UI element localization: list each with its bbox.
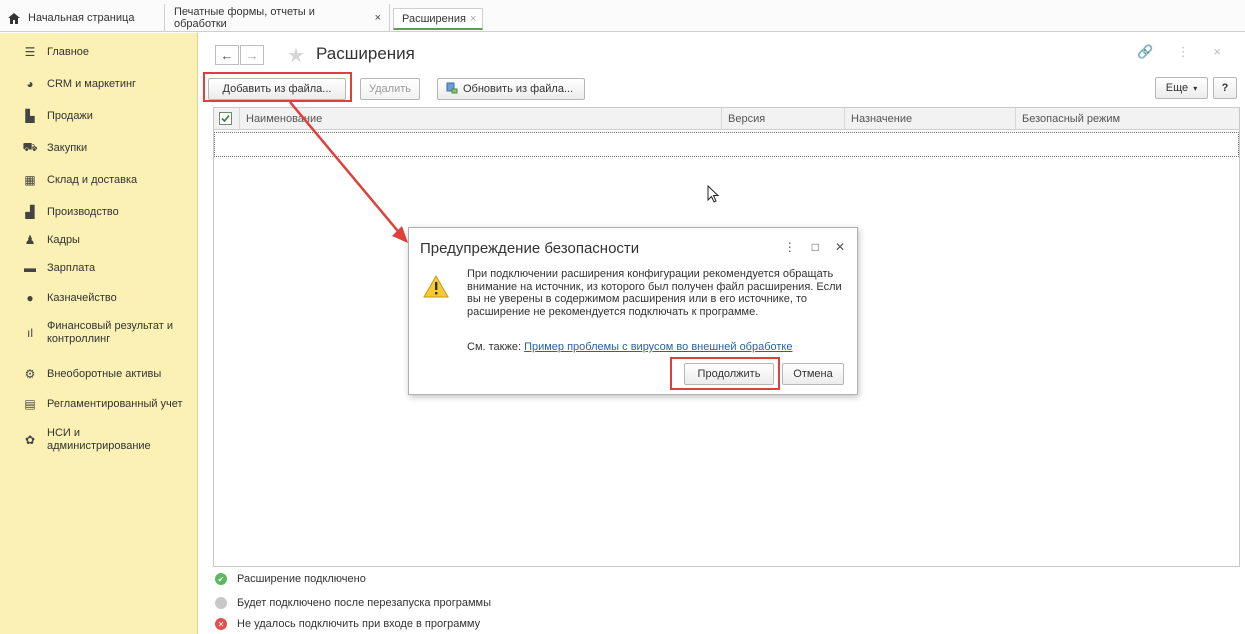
- highlight-box: [670, 357, 780, 390]
- legend-item-failed: ✕ Не удалось подключить при входе в прог…: [215, 618, 480, 630]
- security-warning-dialog: Предупреждение безопасности ⋮ □ ✕ При по…: [408, 227, 858, 395]
- dialog-controls: ⋮ □ ✕: [784, 240, 845, 254]
- see-also-link[interactable]: Пример проблемы с вирусом во внешней обр…: [524, 341, 792, 353]
- legend-text: Будет подключено после перезапуска прогр…: [237, 597, 492, 609]
- cancel-button[interactable]: Отмена: [782, 363, 844, 385]
- warning-icon: [423, 274, 449, 301]
- more-vertical-icon[interactable]: ⋮: [784, 240, 796, 254]
- error-circle-icon: ✕: [215, 618, 227, 630]
- maximize-icon[interactable]: □: [812, 240, 819, 254]
- legend-text: Расширение подключено: [237, 573, 366, 585]
- see-also-label: См. также:: [467, 341, 521, 353]
- see-also: См. также: Пример проблемы с вирусом во …: [467, 341, 793, 353]
- legend-item-connected: ✔ Расширение подключено: [215, 573, 366, 585]
- check-circle-icon: ✔: [215, 573, 227, 585]
- dialog-title: Предупреждение безопасности: [420, 240, 640, 257]
- close-icon[interactable]: ✕: [835, 240, 845, 254]
- legend-text: Не удалось подключить при входе в програ…: [237, 618, 481, 630]
- legend-item-pending: Будет подключено после перезапуска прогр…: [215, 597, 491, 609]
- dialog-message: При подключении расширения конфигурации …: [467, 268, 842, 318]
- grey-circle-icon: [215, 597, 227, 609]
